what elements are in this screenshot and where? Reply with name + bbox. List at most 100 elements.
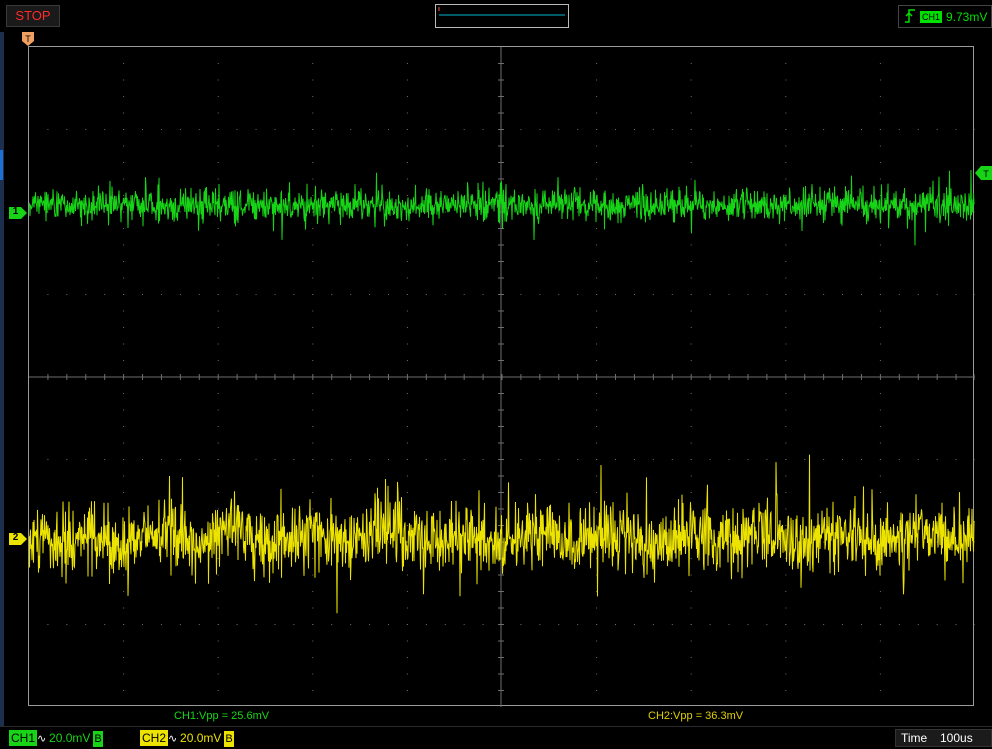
graticule-dot	[785, 657, 787, 658]
graticule-dot	[879, 393, 881, 394]
graticule-dot	[917, 624, 919, 625]
graticule-dot	[539, 294, 541, 295]
graticule-dot	[217, 63, 219, 64]
graticule-dot	[66, 624, 68, 625]
graticule-dot	[463, 624, 465, 625]
run-stop-button[interactable]: STOP	[6, 5, 60, 27]
graticule-dot	[879, 591, 881, 592]
graticule-dot	[596, 294, 598, 295]
graticule-dot	[444, 294, 446, 295]
graticule-dot	[312, 244, 314, 246]
graticule-dot	[255, 129, 257, 130]
graticule-dot	[690, 426, 692, 427]
trigger-level-marker[interactable]: T	[975, 166, 992, 180]
graticule-dot	[350, 459, 352, 460]
graticule-dot	[652, 129, 654, 130]
graticule-dot	[785, 574, 787, 576]
ch1-status[interactable]: CH1 ∿ 20.0mV B	[9, 730, 103, 747]
graticule-dot	[123, 228, 125, 229]
graticule-dot	[596, 673, 598, 675]
graticule-dot	[728, 624, 730, 625]
ch2-label: CH2	[140, 730, 169, 746]
graticule-dot	[406, 508, 408, 510]
graticule	[29, 47, 975, 707]
graticule-dot	[406, 442, 408, 444]
graticule-dot	[293, 211, 295, 213]
graticule-dot	[217, 228, 219, 229]
graticule-dot	[255, 624, 257, 625]
graticule-dot	[596, 640, 598, 642]
graticule-dot	[217, 261, 219, 262]
graticule-dot	[350, 294, 352, 295]
graticule-dot	[255, 459, 257, 460]
rising-edge-icon	[905, 9, 915, 23]
graticule-dot	[217, 360, 219, 361]
graticule-dot	[312, 624, 314, 625]
graticule-dot	[406, 591, 408, 592]
graticule-dot	[936, 294, 938, 295]
graticule-dot	[974, 294, 975, 295]
graticule-dot	[671, 459, 673, 460]
graticule-dot	[709, 541, 711, 543]
graticule-dot	[974, 459, 975, 460]
waveform-display[interactable]: CH1:Vpp = 25.6mV CH2:Vpp = 36.3mV	[28, 46, 975, 722]
graticule-dot	[596, 591, 598, 592]
graticule-dot	[785, 393, 787, 394]
graticule-dot	[217, 673, 219, 675]
graticule-dot	[917, 294, 919, 295]
graticule-dot	[842, 624, 844, 625]
graticule-dot	[123, 244, 125, 246]
timebase-status[interactable]: Time 100us	[895, 729, 992, 747]
graticule-dot	[879, 129, 881, 130]
graticule-dot	[406, 409, 408, 411]
graticule-dot	[482, 129, 484, 130]
status-bar: CH1 ∿ 20.0mV B CH2 ∿ 20.0mV B Time 100us	[0, 726, 992, 749]
graticule-dot	[104, 129, 106, 130]
graticule-dot	[577, 129, 579, 130]
graticule-dot	[823, 541, 825, 543]
graticule-dot	[842, 129, 844, 130]
graticule-dot	[539, 129, 541, 130]
waveform-overview[interactable]	[435, 4, 569, 28]
graticule-dot	[217, 607, 219, 609]
graticule-dot	[596, 492, 598, 493]
graticule-dot	[690, 178, 692, 180]
graticule-dot	[936, 459, 938, 460]
trigger-position-marker[interactable]: T	[22, 32, 34, 46]
graticule-dot	[387, 459, 389, 460]
graticule-dot	[406, 277, 408, 279]
graticule-dot	[785, 63, 787, 64]
graticule-dot	[142, 624, 144, 625]
graticule-dot	[785, 112, 787, 114]
ch2-volts-per-div: 20.0mV	[180, 731, 222, 745]
graticule-dot	[312, 492, 314, 493]
ch2-status[interactable]: CH2 ∿ 20.0mV B	[140, 730, 234, 747]
graticule-dot	[123, 393, 125, 394]
graticule-dot	[123, 112, 125, 114]
graticule-dot	[785, 79, 787, 81]
graticule-dot	[596, 261, 598, 262]
ch2-offset-marker[interactable]: 2	[9, 532, 27, 545]
graticule-dot	[747, 294, 749, 295]
graticule-dot	[804, 624, 806, 625]
graticule-dot	[47, 459, 49, 460]
graticule-dot	[47, 129, 49, 130]
graticule-dot	[766, 294, 768, 295]
graticule-dot	[917, 459, 919, 460]
graticule-dot	[236, 624, 238, 625]
graticule-dot	[312, 393, 314, 394]
graticule-dot	[66, 129, 68, 130]
graticule-dot	[596, 343, 598, 345]
trigger-info[interactable]: CH1 9.73mV	[898, 5, 992, 28]
graticule-dot	[936, 129, 938, 130]
graticule-dot	[350, 624, 352, 625]
graticule-dot	[425, 459, 427, 460]
graticule-dot	[860, 211, 862, 213]
graticule-dot	[198, 294, 200, 295]
graticule-dot	[558, 294, 560, 295]
ch1-bandwidth-flag: B	[93, 731, 103, 747]
graticule-dot	[123, 310, 125, 312]
graticule-dot	[47, 211, 49, 213]
ch1-offset-marker[interactable]: 1	[9, 206, 27, 219]
graticule-dot	[444, 129, 446, 130]
